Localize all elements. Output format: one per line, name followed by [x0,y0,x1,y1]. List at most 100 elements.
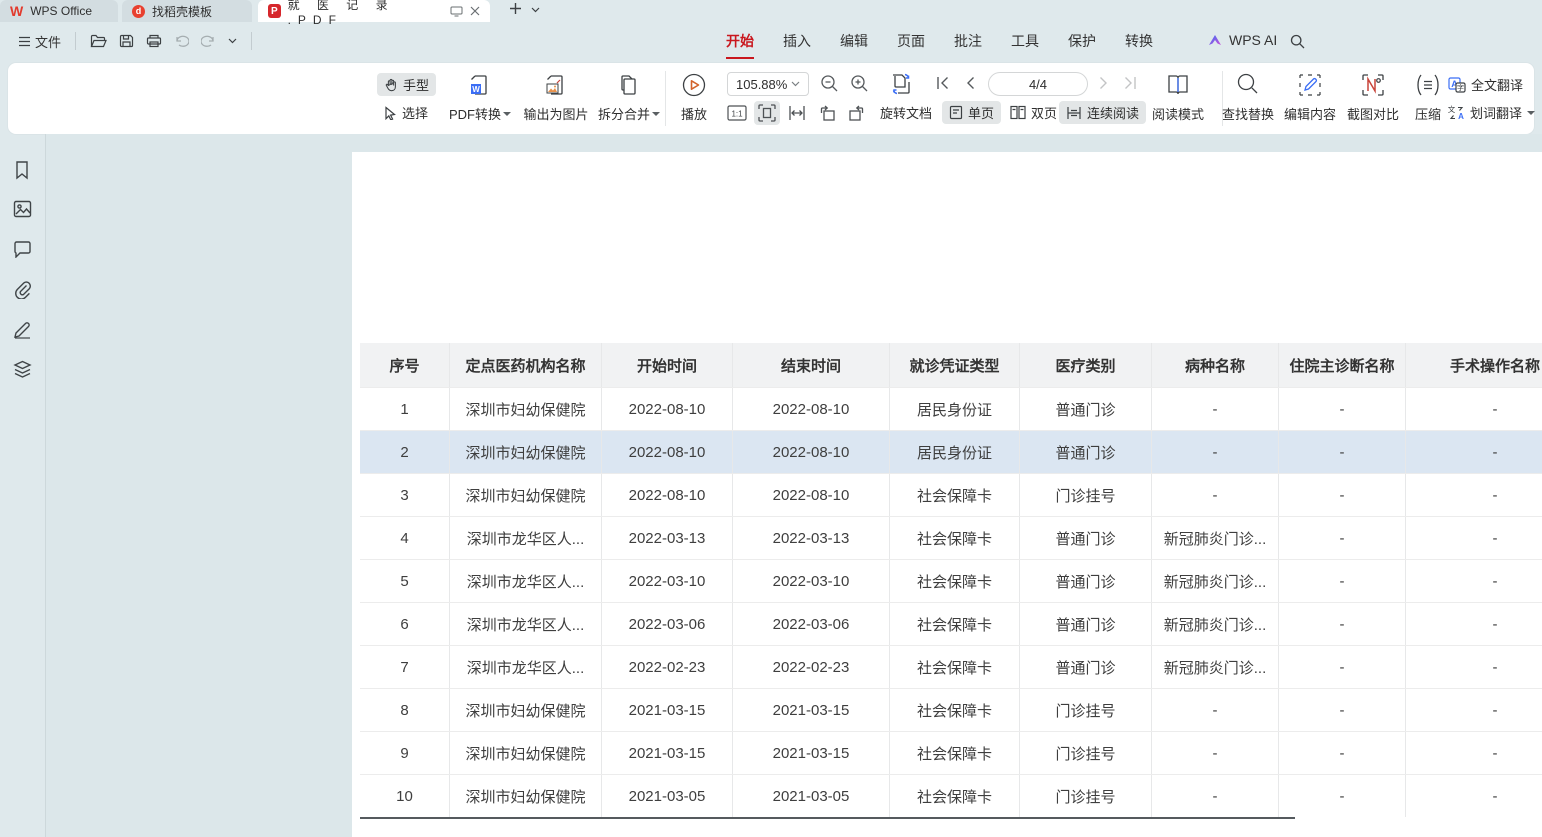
table-row[interactable]: 2深圳市妇幼保健院2022-08-102022-08-10居民身份证普通门诊--… [360,430,1542,473]
last-page-button[interactable] [1123,76,1137,90]
table-cell: 深圳市龙华区人... [450,646,602,688]
rotate-left-button[interactable] [814,101,840,125]
table-row[interactable]: 1深圳市妇幼保健院2022-08-102022-08-10居民身份证普通门诊--… [360,387,1542,430]
thumbnails-icon[interactable] [13,200,32,218]
zoom-out-button[interactable] [820,74,839,93]
table-row[interactable]: 5深圳市龙华区人...2022-03-102022-03-10社会保障卡普通门诊… [360,559,1542,602]
menu-item[interactable]: 开始 [726,29,754,53]
attachments-icon[interactable] [13,280,32,299]
wps-logo-icon: W [10,3,23,19]
menu-item[interactable]: 保护 [1068,29,1096,53]
fit-width-button[interactable] [784,101,810,125]
export-image-button[interactable]: 输出为图片 [516,70,596,128]
table-cell: - [1279,431,1406,473]
close-tab-icon[interactable] [470,6,480,16]
table-cell: 社会保障卡 [890,775,1020,817]
table-row[interactable]: 7深圳市龙华区人...2022-02-232022-02-23社会保障卡普通门诊… [360,645,1542,688]
menu-item[interactable]: 页面 [897,29,925,53]
menu-search-icon[interactable] [1290,34,1305,49]
first-page-button[interactable] [936,76,950,90]
tab-document[interactable]: P 就 医 记 录 .PDF [258,0,490,22]
signature-icon[interactable] [13,320,32,339]
comments-icon[interactable] [13,241,32,258]
word-translate-button[interactable]: 文 A 划词翻译 [1448,103,1535,122]
pdf-convert-button[interactable]: W PDF转换 [440,70,520,128]
table-cell: - [1279,732,1406,774]
layers-icon[interactable] [13,360,32,379]
next-page-button[interactable] [1099,76,1109,90]
table-cell: - [1406,474,1542,516]
table-cell: 普通门诊 [1020,431,1152,473]
table-cell: - [1279,517,1406,559]
new-tab-button[interactable] [508,1,523,16]
table-cell: 2021-03-15 [733,689,890,731]
zoom-level-select[interactable]: 105.88% [727,72,809,96]
undo-button[interactable] [168,35,195,48]
page-indicator-input[interactable]: 4/4 [988,72,1088,96]
wps-ai-button[interactable]: WPS AI [1207,32,1277,48]
single-page-button[interactable]: 单页 [942,101,1001,124]
play-button[interactable]: 播放 [656,70,732,128]
export-image-label: 输出为图片 [523,104,588,123]
rotate-right-icon [848,104,866,122]
pdf-file-icon: P [268,4,281,18]
table-cell: - [1279,646,1406,688]
table-cell: 居民身份证 [890,431,1020,473]
table-cell: 3 [360,474,450,516]
single-page-label: 单页 [968,103,994,122]
redo-button[interactable] [195,35,222,48]
file-menu-button[interactable]: 文件 [12,32,67,51]
zoom-in-button[interactable] [850,74,869,93]
bookmarks-icon[interactable] [13,160,31,180]
pdf-page: 序号定点医药机构名称开始时间结束时间就诊凭证类型医疗类别病种名称住院主诊断名称手… [352,152,1542,837]
rotate-document-button[interactable]: 旋转文档 [880,103,932,122]
menu-item[interactable]: 批注 [954,29,982,53]
table-row[interactable]: 3深圳市妇幼保健院2022-08-102022-08-10社会保障卡门诊挂号--… [360,473,1542,516]
first-page-icon [936,76,950,90]
rotate-right-button[interactable] [844,101,870,125]
pdf-convert-label: PDF转换 [449,104,501,123]
table-row[interactable]: 8深圳市妇幼保健院2021-03-152021-03-15社会保障卡门诊挂号--… [360,688,1542,731]
quickbar-more-button[interactable] [222,38,243,44]
menu-item[interactable]: 工具 [1011,29,1039,53]
table-cell: 7 [360,646,450,688]
save-button[interactable] [113,34,140,48]
menu-item[interactable]: 插入 [783,29,811,53]
continuous-read-button[interactable]: 连续阅读 [1059,101,1146,124]
svg-text:文: 文 [1448,105,1456,114]
table-cell: 8 [360,689,450,731]
table-cell: - [1406,603,1542,645]
table-header-row: 序号定点医药机构名称开始时间结束时间就诊凭证类型医疗类别病种名称住院主诊断名称手… [360,343,1542,387]
previous-page-button[interactable] [965,76,975,90]
table-row[interactable]: 6深圳市龙华区人...2022-03-062022-03-06社会保障卡普通门诊… [360,602,1542,645]
menu-item[interactable]: 转换 [1125,29,1153,53]
select-tool-button[interactable]: 选择 [377,101,435,124]
table-cell: - [1406,560,1542,602]
table-row[interactable]: 9深圳市妇幼保健院2021-03-152021-03-15社会保障卡门诊挂号--… [360,731,1542,774]
table-cell: - [1152,388,1279,430]
print-button[interactable] [140,34,168,48]
tab-list-chevron-icon[interactable] [531,7,540,13]
menu-items: 开始 插入 编辑 页面 批注 工具 保护 转换 [726,22,1153,60]
table-cell: - [1406,388,1542,430]
read-mode-button[interactable]: 阅读模式 [1138,70,1218,128]
actual-size-button[interactable]: 1:1 [724,101,750,125]
hand-tool-button[interactable]: 手型 [377,73,436,96]
present-to-screen-icon[interactable] [450,6,463,17]
save-icon [119,34,134,48]
book-icon [1165,72,1191,98]
wps-office-window: { "tabs": { "home": { "label": "WPS Offi… [0,0,1542,837]
table-header-cell: 手术操作名称 [1406,343,1542,387]
ribbon-toolbar: 手型 选择 W PDF转换 输出为图片 拆分合并 [8,63,1534,134]
replace-pages-button[interactable] [888,71,914,97]
menu-item[interactable]: 编辑 [840,29,868,53]
fit-page-button[interactable] [754,101,780,125]
table-row[interactable]: 4深圳市龙华区人...2022-03-132022-03-13社会保障卡普通门诊… [360,516,1542,559]
full-translate-button[interactable]: A 字 全文翻译 [1448,75,1523,94]
redo-icon [201,35,216,48]
open-file-button[interactable] [84,34,113,48]
tab-wps-home[interactable]: W WPS Office [0,0,118,22]
document-viewport[interactable]: 序号定点医药机构名称开始时间结束时间就诊凭证类型医疗类别病种名称住院主诊断名称手… [46,134,1542,837]
tab-docer[interactable]: d 找稻壳模板 [122,0,252,22]
table-row[interactable]: 10深圳市妇幼保健院2021-03-052021-03-05社会保障卡门诊挂号-… [360,774,1542,817]
